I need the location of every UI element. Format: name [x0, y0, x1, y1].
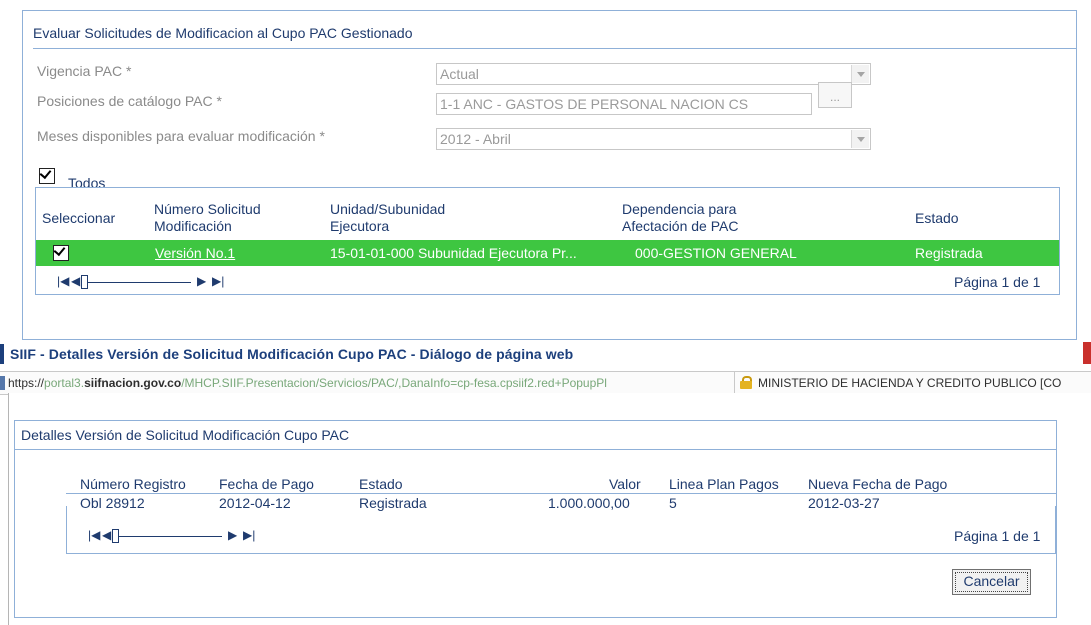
- prev-page-icon[interactable]: ◀: [102, 528, 111, 542]
- version-link[interactable]: Versión No.1: [155, 245, 235, 261]
- details-title: Detalles Versión de Solicitud Modificaci…: [21, 427, 350, 443]
- col-header-estado: Estado: [359, 476, 403, 492]
- url-path: /MHCP.SIIF.Presentacion/Servicios/PAC/,D…: [181, 376, 607, 390]
- col-header-unidad: Unidad/Subunidad Ejecutora: [330, 201, 445, 235]
- row-unidad: 15-01-01-000 Subunidad Ejecutora Pr...: [330, 245, 577, 261]
- table-row[interactable]: Versión No.1 15-01-01-000 Subunidad Ejec…: [36, 240, 1059, 266]
- pager-slider-track[interactable]: [112, 536, 222, 537]
- check-icon: [53, 243, 66, 257]
- dialog-title: SIIF - Detalles Versión de Solicitud Mod…: [10, 346, 574, 362]
- row-select-checkbox[interactable]: [53, 243, 69, 261]
- pager-slider-thumb[interactable]: [112, 529, 119, 543]
- details-pager: |◀ ◀ ▶ ▶|: [88, 528, 258, 543]
- next-page-icon[interactable]: ▶: [197, 274, 206, 288]
- page-indicator: Página 1 de 1: [954, 274, 1041, 290]
- first-page-icon[interactable]: |◀: [57, 274, 69, 288]
- chevron-down-icon[interactable]: [851, 65, 869, 83]
- url-scheme: https://: [8, 376, 45, 390]
- todos-checkbox[interactable]: [39, 166, 55, 184]
- cancel-button[interactable]: Cancelar: [952, 569, 1031, 595]
- meses-select[interactable]: 2012 - Abril: [436, 128, 871, 150]
- lock-icon[interactable]: [740, 376, 752, 389]
- address-bar[interactable]: https://portal3.siifnacion.gov.co/MHCP.S…: [0, 371, 1091, 395]
- requests-grid: Seleccionar Número Solicitud Modificació…: [35, 187, 1060, 295]
- details-title-divider: [15, 449, 1056, 450]
- col-header-linea-plan: Linea Plan Pagos: [669, 476, 779, 492]
- certificate-org: MINISTERIO DE HACIENDA Y CREDITO PUBLICO…: [758, 376, 1062, 390]
- page-icon: [0, 376, 5, 390]
- panel-title: Evaluar Solicitudes de Modificacion al C…: [33, 25, 413, 41]
- prev-page-icon[interactable]: ◀: [71, 274, 80, 288]
- meses-label: Meses disponibles para evaluar modificac…: [37, 128, 325, 144]
- col-header-fecha-pago: Fecha de Pago: [219, 476, 314, 492]
- check-icon: [39, 166, 52, 180]
- col-header-seleccionar: Seleccionar: [42, 210, 116, 226]
- dialog-titlebar[interactable]: SIIF - Detalles Versión de Solicitud Mod…: [0, 340, 1091, 368]
- row-estado: Registrada: [915, 245, 983, 261]
- posiciones-label: Posiciones de catálogo PAC *: [37, 93, 222, 109]
- col-header-dependencia-line1: Dependencia para: [622, 201, 737, 217]
- page-indicator: Página 1 de 1: [954, 528, 1041, 544]
- col-header-unidad-line2: Ejecutora: [330, 218, 390, 234]
- address-url[interactable]: https://portal3.siifnacion.gov.co/MHCP.S…: [8, 376, 607, 390]
- col-header-dependencia-line2: Afectación de PAC: [622, 218, 739, 234]
- col-header-dependencia: Dependencia para Afectación de PAC: [622, 201, 738, 235]
- url-subdomain: portal3.: [44, 376, 85, 390]
- col-header-numero-line1: Número Solicitud: [154, 201, 261, 217]
- pager-slider-track[interactable]: [81, 282, 191, 283]
- posiciones-value: 1-1 ANC - GASTOS DE PERSONAL NACION CS: [440, 96, 749, 112]
- row-dependencia: 000-GESTION GENERAL: [635, 245, 797, 261]
- col-header-numero-registro: Número Registro: [80, 476, 186, 492]
- next-page-icon[interactable]: ▶: [228, 528, 237, 542]
- col-header-numero-line2: Modificación: [154, 218, 232, 234]
- address-divider: [734, 372, 735, 394]
- pager-slider-thumb[interactable]: [81, 275, 88, 289]
- col-header-estado: Estado: [915, 210, 959, 226]
- last-page-icon[interactable]: ▶|: [243, 528, 255, 542]
- chevron-down-icon[interactable]: [851, 130, 869, 148]
- close-icon[interactable]: [1083, 342, 1091, 364]
- grid-pager: |◀ ◀ ▶ ▶|: [57, 274, 227, 289]
- posiciones-field[interactable]: 1-1 ANC - GASTOS DE PERSONAL NACION CS: [436, 93, 812, 115]
- meses-value: 2012 - Abril: [440, 131, 511, 147]
- window-icon: [0, 344, 4, 364]
- col-header-numero: Número Solicitud Modificación: [154, 201, 261, 235]
- posiciones-lookup-button[interactable]: ...: [818, 82, 852, 108]
- vigencia-select[interactable]: Actual: [436, 63, 871, 85]
- first-page-icon[interactable]: |◀: [88, 528, 100, 542]
- details-header-divider: [66, 493, 1056, 494]
- col-header-nueva-fecha: Nueva Fecha de Pago: [808, 476, 948, 492]
- panel-title-divider: [33, 48, 1076, 49]
- vigencia-value: Actual: [440, 66, 479, 82]
- col-header-unidad-line1: Unidad/Subunidad: [330, 201, 446, 217]
- url-domain: siifnacion.gov.co: [84, 376, 182, 390]
- vigencia-label: Vigencia PAC *: [37, 63, 132, 79]
- last-page-icon[interactable]: ▶|: [212, 274, 224, 288]
- col-header-valor: Valor: [609, 476, 641, 492]
- details-grid: |◀ ◀ ▶ ▶| Página 1 de 1: [66, 506, 1056, 554]
